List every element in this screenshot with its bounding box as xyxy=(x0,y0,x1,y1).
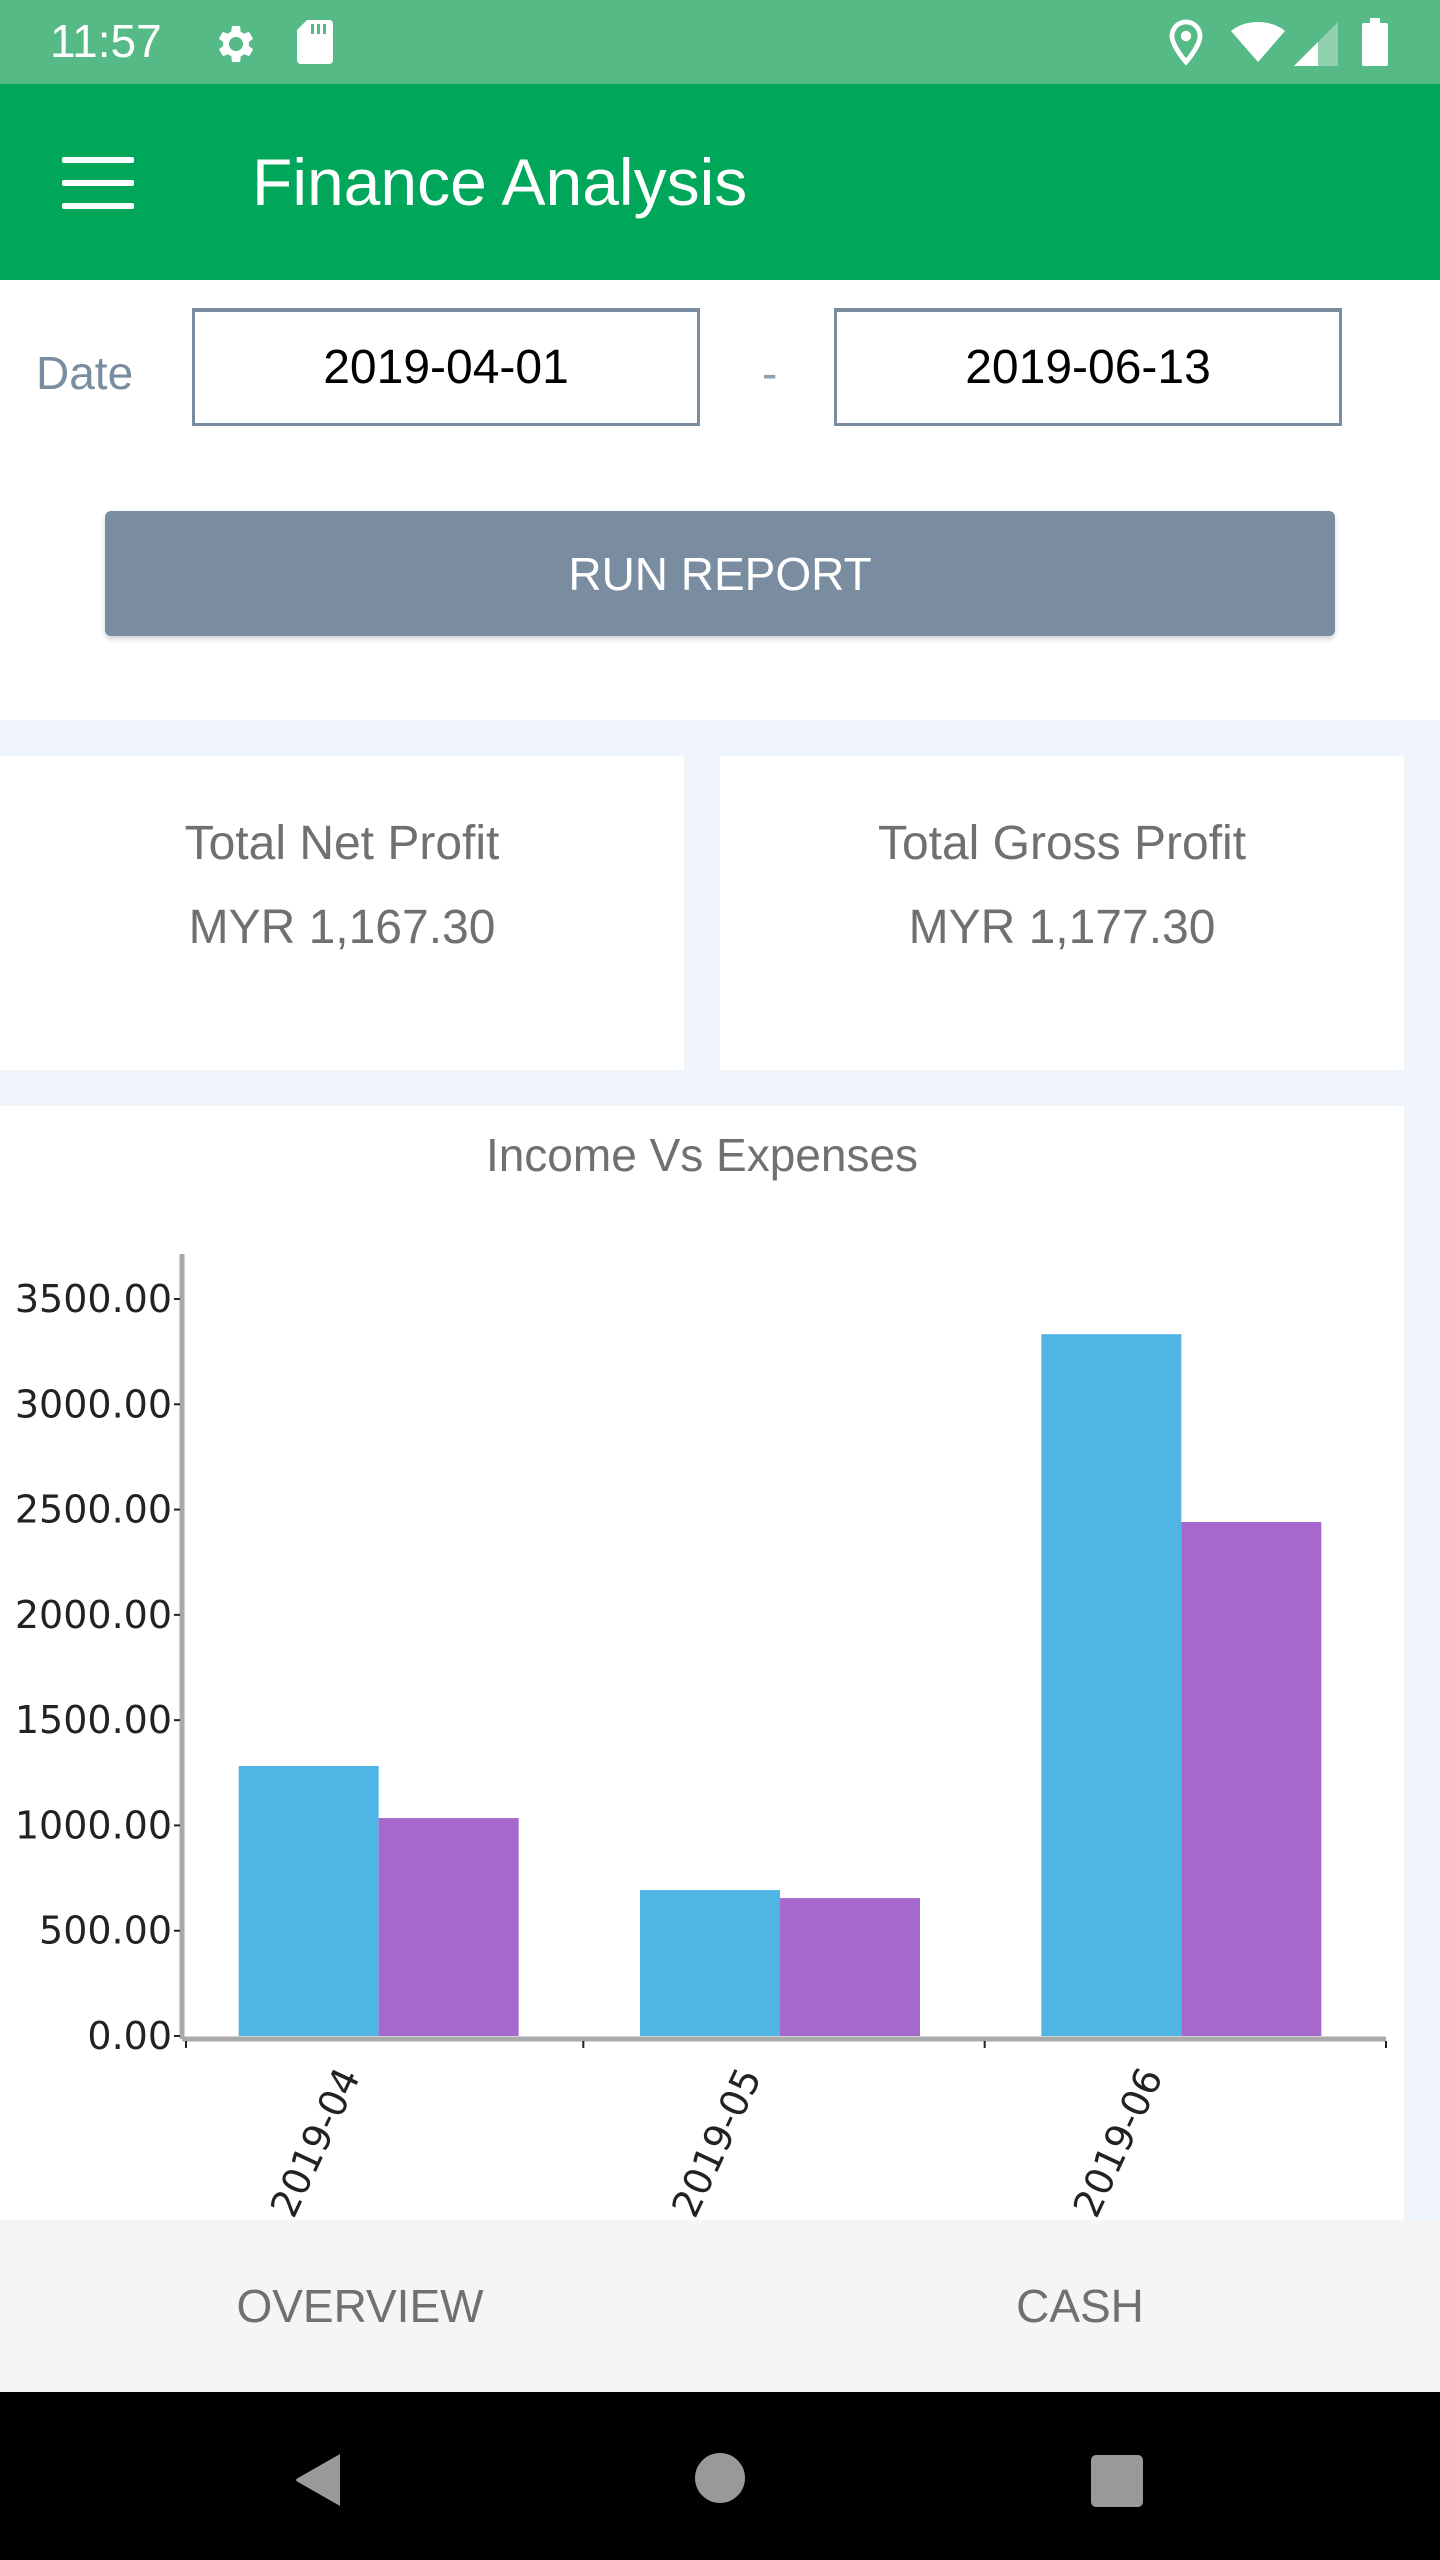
y-tick-label: 1500.00 xyxy=(15,1698,172,1742)
start-date-input[interactable] xyxy=(192,308,700,426)
net-profit-value: MYR 1,167.30 xyxy=(188,901,496,954)
wifi-icon xyxy=(1231,22,1285,62)
home-icon[interactable] xyxy=(694,2452,746,2504)
bar-income-2019-06 xyxy=(1041,1334,1182,2036)
back-icon[interactable] xyxy=(290,2452,346,2508)
system-nav-bar xyxy=(0,2392,1440,2560)
battery-icon xyxy=(1362,18,1388,66)
y-tick-label: 2000.00 xyxy=(15,1593,172,1637)
end-date-input[interactable] xyxy=(834,308,1342,426)
tab-overview[interactable]: OVERVIEW xyxy=(0,2220,720,2392)
app-bar: Finance Analysis xyxy=(0,84,1440,280)
tab-cash[interactable]: CASH xyxy=(720,2220,1440,2392)
net-profit-card: Total Net Profit MYR 1,167.30 xyxy=(0,756,684,1070)
gross-profit-value: MYR 1,177.30 xyxy=(908,901,1216,954)
recents-icon[interactable] xyxy=(1090,2454,1144,2508)
y-tick-label: 3500.00 xyxy=(15,1277,172,1321)
bar-expenses-2019-04 xyxy=(378,1818,519,2036)
hamburger-menu-icon[interactable] xyxy=(62,157,134,209)
y-tick-label: 500.00 xyxy=(39,1909,172,1953)
net-profit-title: Total Net Profit xyxy=(184,817,500,870)
date-separator: - xyxy=(762,347,778,399)
location-icon xyxy=(1169,19,1203,66)
y-tick-label: 3000.00 xyxy=(15,1382,172,1426)
bar-expenses-2019-06 xyxy=(1181,1521,1322,2036)
x-tick-label: 2019-05 xyxy=(663,2061,770,2220)
bar-expenses-2019-05 xyxy=(780,1898,920,2036)
y-tick-label: 2500.00 xyxy=(15,1488,172,1532)
signal-icon xyxy=(1294,22,1338,66)
status-time: 11:57 xyxy=(50,15,162,67)
x-tick-label: 2019-06 xyxy=(1065,2061,1172,2220)
page-title: Finance Analysis xyxy=(252,145,748,219)
gross-profit-card: Total Gross Profit MYR 1,177.30 xyxy=(720,756,1404,1070)
bar-income-2019-05 xyxy=(640,1890,780,2036)
x-tick-label: 2019-04 xyxy=(262,2061,369,2220)
y-tick-label: 0.00 xyxy=(87,2014,172,2058)
income-expenses-chart: 0.00 500.00 1000.00 1500.00 2000.00 2500.00 30… xyxy=(15,1254,1387,2220)
status-bar: 11:57 xyxy=(0,0,1440,84)
income-vs-expenses-card: Income Vs Expenses 0.00 500.00 1000.00 1500… xyxy=(0,1106,1404,2220)
sd-card-icon xyxy=(297,20,333,64)
bottom-tab-bar: OVERVIEW CASH xyxy=(0,2220,1440,2392)
run-report-button[interactable]: RUN REPORT xyxy=(105,511,1335,636)
gear-icon xyxy=(218,26,254,62)
bar-income-2019-04 xyxy=(238,1766,379,2036)
date-filter: Date - xyxy=(0,280,1440,440)
date-label: Date xyxy=(36,347,134,399)
gross-profit-title: Total Gross Profit xyxy=(877,817,1247,870)
y-tick-label: 1000.00 xyxy=(15,1803,172,1847)
